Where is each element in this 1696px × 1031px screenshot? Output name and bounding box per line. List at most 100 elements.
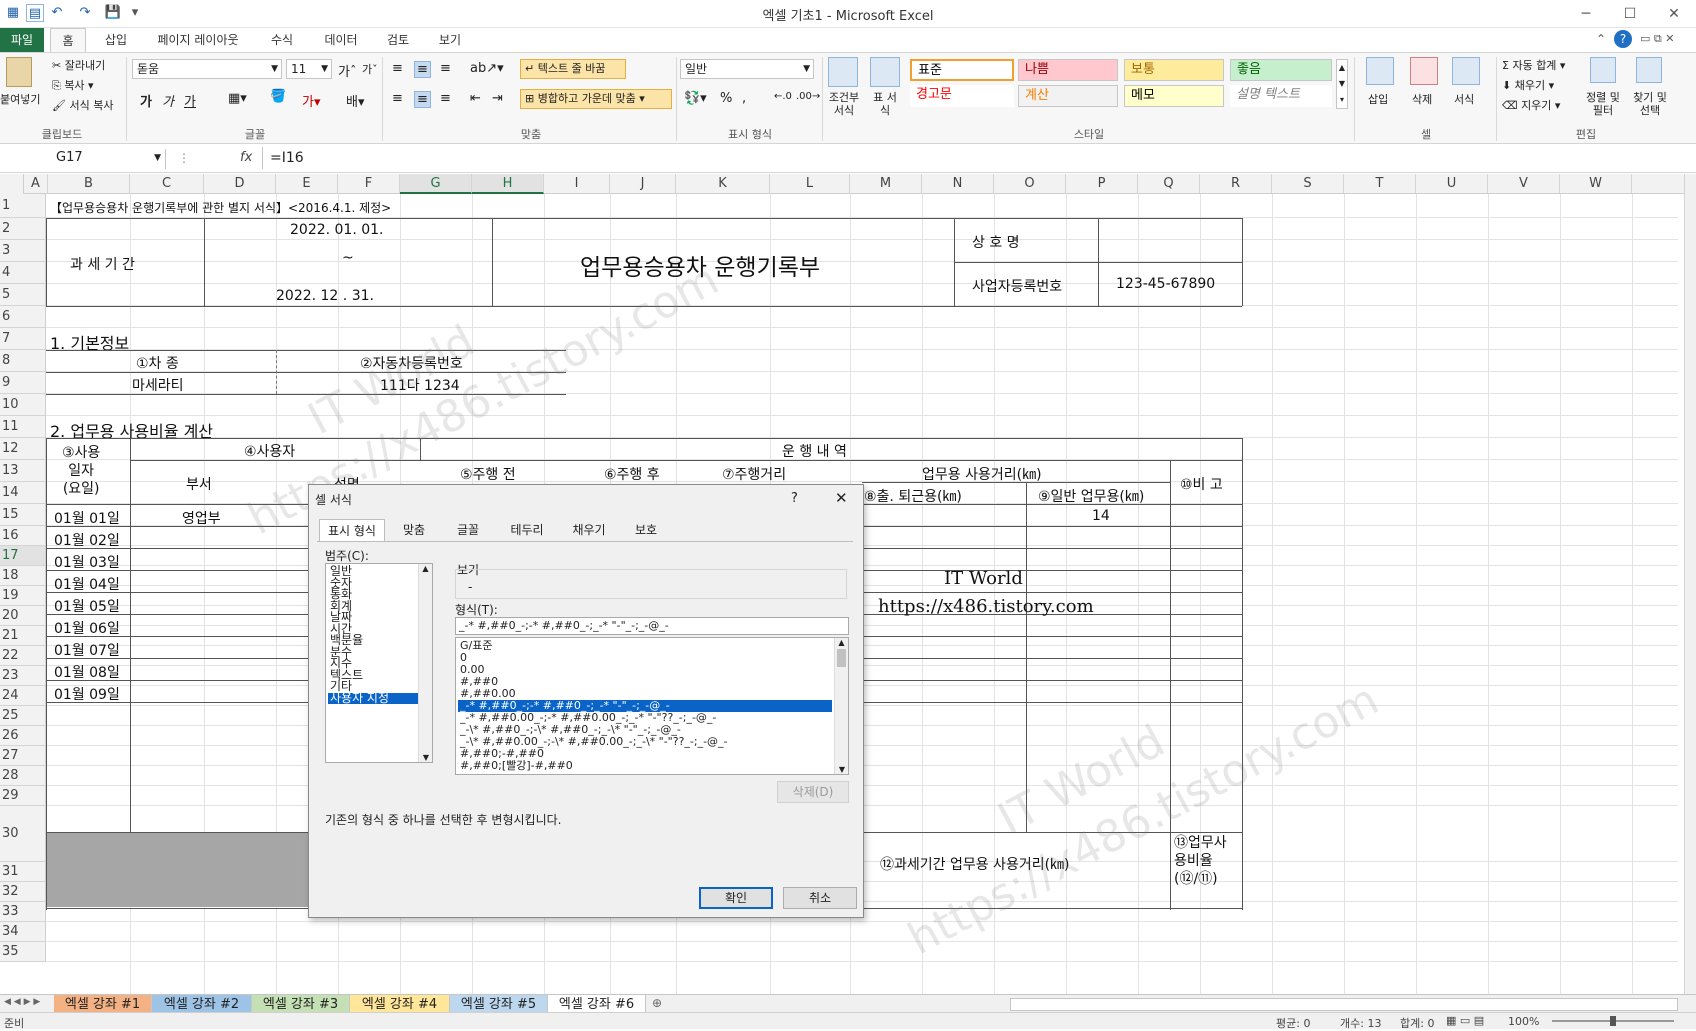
row-header[interactable]: 25 [0, 706, 46, 726]
column-header[interactable]: E [276, 174, 338, 194]
column-header[interactable]: I [544, 174, 610, 194]
row-header[interactable]: 13 [0, 460, 46, 482]
workbook-window-controls[interactable]: ▭ ⧉ ✕ [1640, 32, 1674, 46]
number-format-select[interactable]: 일반 ▼ [680, 59, 814, 79]
row-header[interactable]: 2 [0, 218, 46, 240]
insert-cells-icon[interactable] [1366, 57, 1394, 85]
merge-center-button[interactable]: ⊞ 병합하고 가운데 맞춤 ▾ [520, 89, 672, 109]
format-item[interactable]: G/표준 [458, 640, 832, 652]
row-header[interactable]: 34 [0, 922, 46, 942]
scroll-up-icon[interactable]: ▲ [419, 564, 432, 573]
zoom-level[interactable]: 100% [1508, 1015, 1539, 1028]
row-header[interactable]: 24 [0, 686, 46, 706]
format-item[interactable]: #,##0.00 [458, 688, 832, 700]
column-header[interactable]: U [1416, 174, 1488, 194]
row-header[interactable]: 35 [0, 942, 46, 962]
clear-button[interactable]: ⌫ 지우기 ▾ [1502, 97, 1560, 113]
styles-scroll-icon[interactable]: ▲ ▼ ▾ [1336, 59, 1348, 109]
format-item[interactable]: _-\* #,##0.00_-;-\* #,##0.00_-;_-\* "-"?… [458, 736, 832, 748]
align-top-icon[interactable]: ≡ [392, 61, 403, 76]
format-list[interactable]: ▲ ▼ G/표준 0 0.00 #,##0 #,##0.00 _-* #,##0_-;-*… [455, 637, 849, 775]
row-header[interactable]: 11 [0, 416, 46, 438]
style-calculation[interactable]: 계산 [1018, 85, 1118, 107]
format-scrollbar[interactable]: ▲ ▼ [834, 638, 848, 774]
align-bottom-icon[interactable]: ≡ [440, 61, 451, 76]
conditional-format-icon[interactable] [828, 57, 858, 87]
comma-button[interactable]: , [742, 91, 746, 106]
dialog-close-button[interactable]: ✕ [835, 489, 848, 507]
scroll-down-icon[interactable]: ▼ [419, 753, 433, 762]
format-as-table-icon[interactable] [870, 57, 900, 87]
delete-cells-icon[interactable] [1410, 57, 1438, 85]
column-header[interactable]: P [1066, 174, 1138, 194]
tab-font[interactable]: 글꼴 [443, 519, 493, 541]
row-header[interactable]: 30 [0, 806, 46, 862]
phonetic-icon[interactable]: 배▾ [346, 91, 365, 110]
tab-number-format[interactable]: 표시 형식 [319, 519, 385, 541]
format-as-table-button[interactable]: 표 서식 [870, 91, 900, 117]
align-left-icon[interactable]: ≡ [392, 91, 403, 106]
autosum-button[interactable]: Σ 자동 합계 ▾ [1502, 57, 1565, 73]
column-header[interactable]: F [338, 174, 400, 194]
column-header[interactable]: V [1488, 174, 1560, 194]
row-header[interactable]: 20 [0, 606, 46, 626]
format-item[interactable]: _-* #,##0.00_-;-* #,##0.00_-;_-* "-"??_-… [458, 712, 832, 724]
wrap-text-button[interactable]: ↵ 텍스트 줄 바꿈 [520, 59, 626, 79]
formula-input[interactable]: =I16 [270, 150, 304, 166]
row-header[interactable]: 9 [0, 372, 46, 394]
grow-font-icon[interactable]: 가ˆ [338, 61, 356, 80]
column-header[interactable]: L [770, 174, 850, 194]
select-all-corner[interactable] [0, 174, 24, 194]
paste-button[interactable]: 붙여넣기 [0, 91, 40, 107]
view-mode-icons[interactable]: ▦ ▭ ▤ [1446, 1014, 1484, 1027]
row-header[interactable]: 10 [0, 394, 46, 416]
zoom-thumb[interactable] [1610, 1016, 1616, 1026]
row-header[interactable]: 17 [0, 546, 46, 566]
row-header[interactable]: 28 [0, 766, 46, 786]
style-note[interactable]: 메모 [1124, 85, 1224, 107]
format-item[interactable]: 0.00 [458, 664, 832, 676]
tab-page-layout[interactable]: 페이지 레이아웃 [148, 28, 248, 52]
style-bad[interactable]: 나쁨 [1018, 59, 1118, 81]
currency-icon[interactable]: 💱▾ [684, 91, 707, 106]
row-header[interactable]: 8 [0, 350, 46, 372]
column-header[interactable]: N [922, 174, 994, 194]
find-select-button[interactable]: 찾기 및 선택 [1630, 91, 1670, 117]
style-good[interactable]: 좋음 [1230, 59, 1332, 81]
tab-fill[interactable]: 채우기 [561, 519, 617, 541]
scroll-up-icon[interactable]: ▲ [835, 638, 848, 647]
vertical-scrollbar[interactable] [1684, 174, 1696, 994]
format-item[interactable]: #,##0;-#,##0 [458, 748, 832, 760]
horizontal-scrollbar[interactable] [1010, 998, 1678, 1011]
row-header[interactable]: 4 [0, 262, 46, 284]
shrink-font-icon[interactable]: 가ˇ [362, 61, 378, 77]
font-name-select[interactable]: 돋움 ▼ [132, 59, 282, 79]
row-header[interactable]: 21 [0, 626, 46, 646]
row-header[interactable]: 18 [0, 566, 46, 586]
tab-data[interactable]: 데이터 [318, 28, 364, 52]
increase-indent-icon[interactable]: ⇥ [492, 91, 503, 106]
row-header[interactable]: 15 [0, 504, 46, 526]
column-header[interactable]: A [24, 174, 48, 194]
name-box[interactable]: G17 ▼ [0, 149, 166, 169]
type-input[interactable]: _-* #,##0_-;-* #,##0_-;_-* "-"_-;_-@_- [455, 617, 849, 635]
column-header[interactable]: C [130, 174, 204, 194]
row-header[interactable]: 32 [0, 882, 46, 902]
tab-insert[interactable]: 삽입 [96, 28, 136, 52]
delete-cells-button[interactable]: 삭제 [1412, 91, 1432, 107]
sheet-nav-arrows-icon[interactable]: ◀ ◀ ▶ ▶ [4, 997, 40, 1007]
row-header[interactable]: 6 [0, 306, 46, 328]
row-header[interactable]: 31 [0, 862, 46, 882]
row-header[interactable]: 3 [0, 240, 46, 262]
row-header[interactable]: 29 [0, 786, 46, 806]
decrease-decimal-icon[interactable]: .00→ [796, 91, 820, 102]
increase-decimal-icon[interactable]: ←.0 [774, 91, 792, 102]
row-header[interactable]: 22 [0, 646, 46, 666]
format-cells-button[interactable]: 서식 [1454, 91, 1474, 107]
column-header[interactable]: Q [1138, 174, 1200, 194]
scroll-down-icon[interactable]: ▼ [835, 765, 848, 774]
underline-button[interactable]: 가 [184, 91, 196, 110]
row-header[interactable]: 12 [0, 438, 46, 460]
column-header[interactable]: W [1560, 174, 1632, 194]
column-header[interactable]: M [850, 174, 922, 194]
